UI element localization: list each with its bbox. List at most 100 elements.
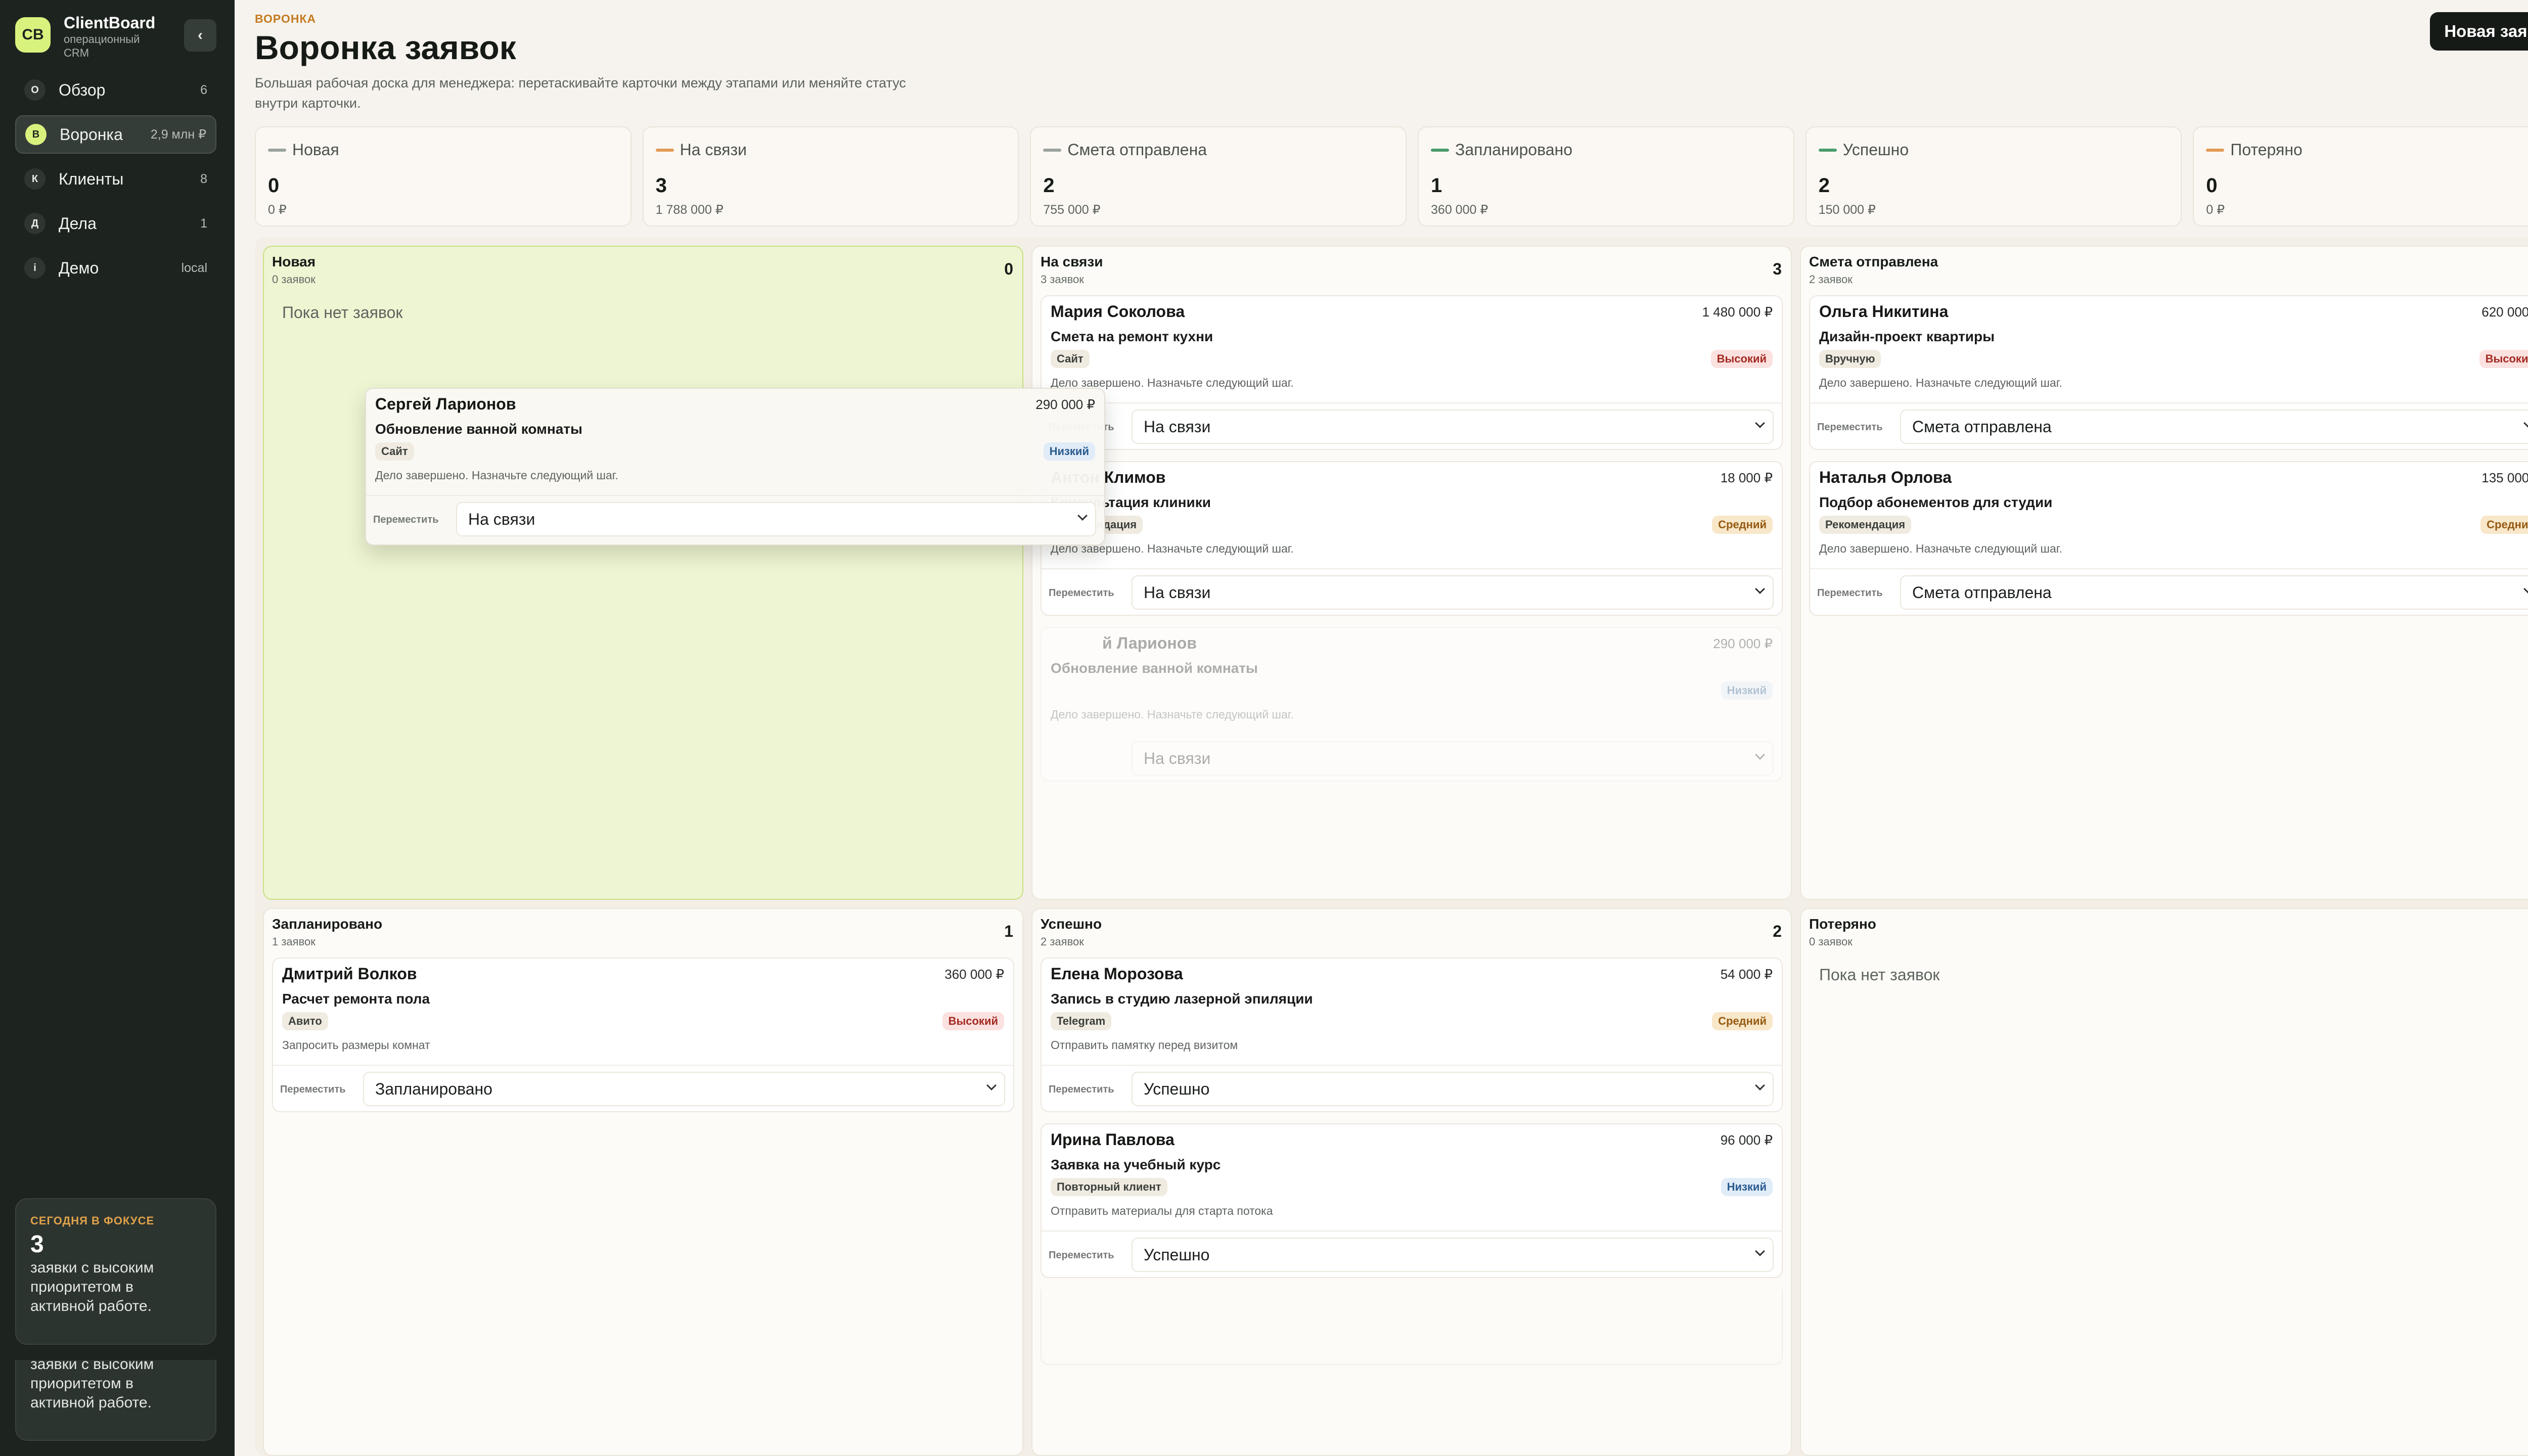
move-label: Переместить [1049,1084,1114,1095]
column-success[interactable]: Успешно 2 заявок 2 Елена Морозова 54 000… [1031,908,1792,1456]
column-lost[interactable]: Потеряно 0 заявок 0 Пока нет заявок [1800,908,2528,1456]
source-tag: Вручную [1819,350,1881,368]
brand: CB ClientBoard операционный CRM [15,13,155,60]
card-amount: 96 000 ₽ [1720,1132,1773,1148]
column-title: Успешно [1041,916,1102,932]
lead-card[interactable]: Елена Морозова 54 000 ₽ Запись в студию … [1041,958,1783,1112]
brand-logo: CB [15,17,51,53]
card-title: Подбор абонементов для студии [1819,494,2053,510]
chevron-down-icon [2523,584,2528,594]
new-lead-button[interactable]: Новая заявка [2430,12,2528,51]
card-divider [1042,1065,1782,1066]
stat-name: Новая [292,141,339,159]
stage-color-marker [655,148,674,152]
stat-card-new: Новая 0 0 ₽ [255,126,631,226]
card-amount: 54 000 ₽ [1720,967,1773,982]
stage-select[interactable]: Запланировано [363,1072,1005,1106]
sidebar-item-label: Обзор [59,80,106,99]
card-title: Обновление ванной комнаты [1051,660,1258,676]
dragged-lead-card[interactable]: Сергей Ларионов 290 000 ₽ Обновление ван… [365,388,1105,545]
card-title: Смета на ремонт кухни [1051,329,1213,344]
card-note: Дело завершено. Назначьте следующий шаг. [375,469,618,482]
column-subtitle: 1 заявок [272,935,315,948]
card-divider [366,495,1104,496]
card-client: Сергей Ларионов [375,395,516,413]
stage-select[interactable]: Смета отправлена [1900,410,2528,444]
column-count: 3 [1773,260,1782,278]
column-new[interactable]: Новая 0 заявок 0 Пока нет заявок [263,246,1023,900]
stage-stats: Новая 0 0 ₽ На связи 3 1 788 000 ₽ Смета… [255,126,2528,226]
collapse-sidebar-button[interactable]: ‹ [184,19,216,52]
stat-name: Успешно [1842,141,1909,159]
sidebar-nav: О Обзор 6 В Воронка 2,9 млн ₽ К Клиенты … [15,71,216,293]
move-label: Переместить [373,514,439,525]
column-title: Запланировано [272,916,383,932]
sidebar-item-demo[interactable]: i Демо local [15,249,216,287]
chevron-down-icon [1077,511,1088,521]
card-amount: 360 000 ₽ [944,967,1004,982]
stage-select[interactable]: На связи [456,502,1096,536]
column-estimate[interactable]: Смета отправлена 2 заявок 2 Ольга Никити… [1800,246,2528,900]
sidebar-item-clients[interactable]: К Клиенты 8 [15,160,216,198]
page-description: Большая рабочая доска для менеджера: пер… [255,75,906,111]
stage-select-value: Успешно [1144,1245,1210,1264]
lead-card[interactable]: Антон Климов 18 000 ₽ Консультация клини… [1041,461,1783,616]
stage-select-value: Смета отправлена [1912,583,2052,602]
column-subtitle: 3 заявок [1041,273,1084,286]
focus-eyebrow: СЕГОДНЯ В ФОКУСЕ [30,1214,155,1227]
card-divider [1042,1231,1782,1232]
stage-select-value: Успешно [1144,1079,1210,1098]
sidebar-item-overview[interactable]: О Обзор 6 [15,71,216,109]
stage-select[interactable]: Успешно [1132,1072,1774,1106]
chevron-down-icon [1755,1080,1765,1090]
column-planned[interactable]: Запланировано 1 заявок 1 Дмитрий Волков … [263,908,1023,1456]
card-title: Запись в студию лазерной эпиляции [1051,991,1313,1007]
stage-select: На связи [1132,741,1774,776]
brand-text: ClientBoard операционный CRM [64,13,155,60]
lead-card[interactable]: Ольга Никитина 620 000 ₽ Дизайн-проект к… [1809,295,2528,450]
source-tag: Повторный клиент [1051,1178,1167,1196]
source-tag: Сайт [1051,350,1090,368]
stage-select-value: На связи [1144,749,1211,767]
card-note: Отправить памятку перед визитом [1051,1038,1238,1052]
priority-badge: Средний [2480,516,2528,534]
stat-count: 2 [1818,174,1830,197]
lead-card[interactable]: Ирина Павлова 96 000 ₽ Заявка на учебный… [1041,1123,1783,1278]
sidebar-item-funnel[interactable]: В Воронка 2,9 млн ₽ [15,115,216,154]
card-amount: 290 000 ₽ [1713,636,1773,651]
priority-badge: Низкий [1043,442,1095,461]
stage-select[interactable]: Успешно [1132,1238,1774,1272]
chevron-down-icon [1755,1246,1765,1256]
stat-name: Потеряно [2230,141,2303,159]
card-amount: 290 000 ₽ [1035,397,1095,412]
chevron-down-icon [1755,584,1765,594]
stat-sum: 0 ₽ [2206,203,2225,217]
stage-select[interactable]: Смета отправлена [1900,575,2528,610]
column-contact[interactable]: На связи 3 заявок 3 Мария Соколова 1 480… [1031,246,1792,900]
sidebar-item-count: 8 [200,171,207,186]
lead-card[interactable]: Мария Соколова 1 480 000 ₽ Смета на ремо… [1041,295,1783,450]
card-note: Запросить размеры комнат [282,1038,430,1052]
source-tag: Сайт [375,442,414,461]
column-subtitle: 2 заявок [1041,935,1084,948]
tasks-icon: Д [24,213,46,234]
stage-select[interactable]: На связи [1132,410,1774,444]
priority-badge: Высокий [2479,350,2528,368]
sidebar: CB ClientBoard операционный CRM ‹ О Обзо… [0,0,235,1456]
column-count: 1 [1004,922,1013,940]
card-divider [1810,402,2528,403]
stage-select-value: На связи [1144,583,1211,602]
stat-card-lost: Потеряно 0 0 ₽ [2193,126,2528,226]
sidebar-item-label: Воронка [60,125,123,144]
clients-icon: К [24,168,46,190]
lead-card[interactable]: Наталья Орлова 135 000 ₽ Подбор абонемен… [1809,461,2528,616]
sidebar-item-count: 1 [200,216,207,231]
stage-select[interactable]: На связи [1132,575,1774,610]
lead-card[interactable]: Дмитрий Волков 360 000 ₽ Расчет ремонта … [272,958,1014,1112]
chevron-down-icon [986,1080,997,1090]
focus-card: СЕГОДНЯ В ФОКУСЕ 3 заявки с высоким прио… [15,1198,216,1345]
card-client: й Ларионов [1102,634,1197,652]
move-label: Переместить [1817,587,1883,599]
sidebar-item-tasks[interactable]: Д Дела 1 [15,204,216,243]
column-title: Потеряно [1809,916,1876,932]
